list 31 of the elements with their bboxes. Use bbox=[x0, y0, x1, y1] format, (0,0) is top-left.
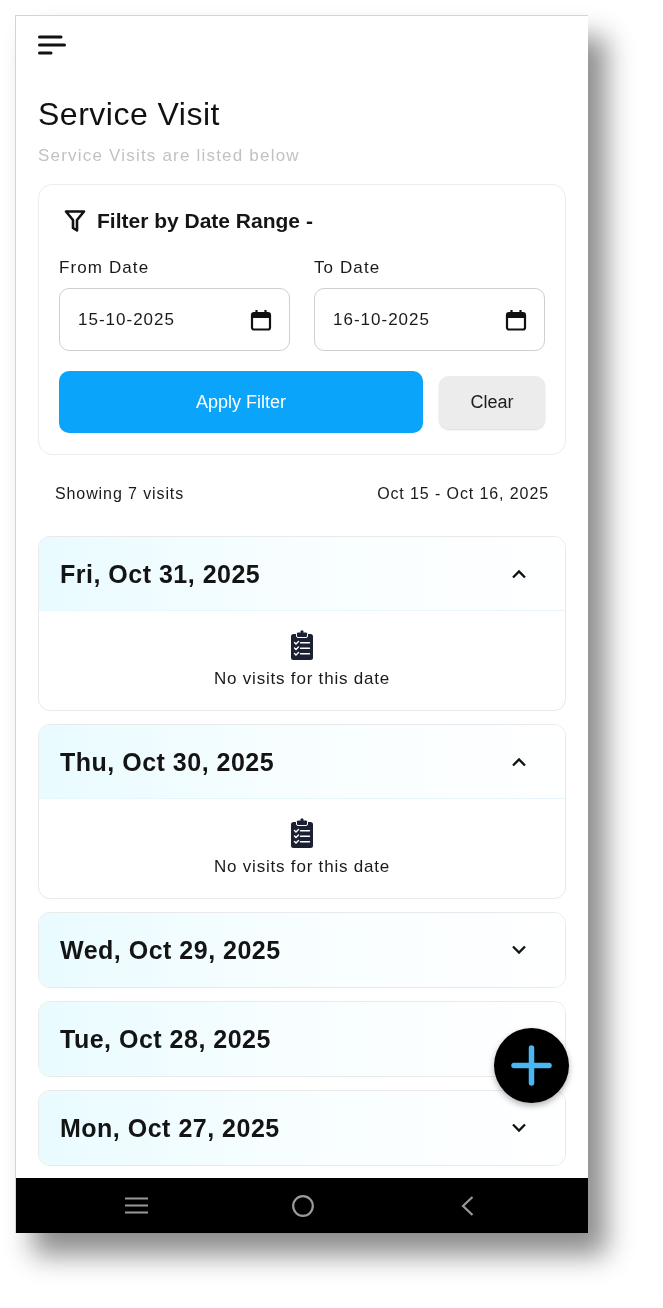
circle-icon[interactable] bbox=[292, 1194, 314, 1217]
chevron-up-icon[interactable] bbox=[511, 756, 527, 767]
date-field[interactable]: 16-10-2025 bbox=[314, 288, 545, 351]
empty-message: No visits for this date bbox=[213, 856, 391, 878]
chevron-down-icon[interactable] bbox=[511, 1123, 527, 1133]
chevron-down-icon[interactable] bbox=[511, 945, 527, 955]
date-header[interactable]: Mon, Oct 27, 2025 bbox=[39, 1091, 565, 1165]
page-subtitle: Service Visits are listed below bbox=[38, 145, 300, 167]
date-header[interactable]: Tue, Oct 28, 2025 bbox=[39, 1002, 565, 1076]
date-field[interactable]: 15-10-2025 bbox=[59, 288, 290, 351]
calendar-icon[interactable] bbox=[505, 308, 527, 331]
date-range: Oct 15 - Oct 16, 2025 bbox=[377, 484, 549, 504]
empty-message: No visits for this date bbox=[213, 668, 391, 690]
filter-icon bbox=[64, 209, 86, 233]
page-title: Service Visit bbox=[38, 95, 220, 133]
date-header[interactable]: Fri, Oct 31, 2025 bbox=[39, 537, 565, 611]
clipboard-icon bbox=[290, 630, 314, 660]
field-label: From Date bbox=[59, 258, 150, 278]
visit-count: Showing 7 visits bbox=[55, 484, 185, 504]
date-header[interactable]: Wed, Oct 29, 2025 bbox=[39, 913, 565, 987]
chevron-up-icon[interactable] bbox=[511, 568, 527, 579]
filter-title: Filter by Date Range - bbox=[97, 208, 313, 234]
menu-icon[interactable] bbox=[125, 1197, 148, 1214]
calendar-icon[interactable] bbox=[250, 308, 272, 331]
back-icon[interactable] bbox=[461, 1195, 474, 1216]
clear-button[interactable]: Clear bbox=[439, 375, 545, 429]
plus-icon bbox=[511, 1045, 552, 1086]
menu-icon[interactable] bbox=[38, 35, 66, 55]
field-label: To Date bbox=[314, 258, 381, 278]
date-header[interactable]: Thu, Oct 30, 2025 bbox=[39, 725, 565, 799]
clipboard-icon bbox=[290, 818, 314, 848]
